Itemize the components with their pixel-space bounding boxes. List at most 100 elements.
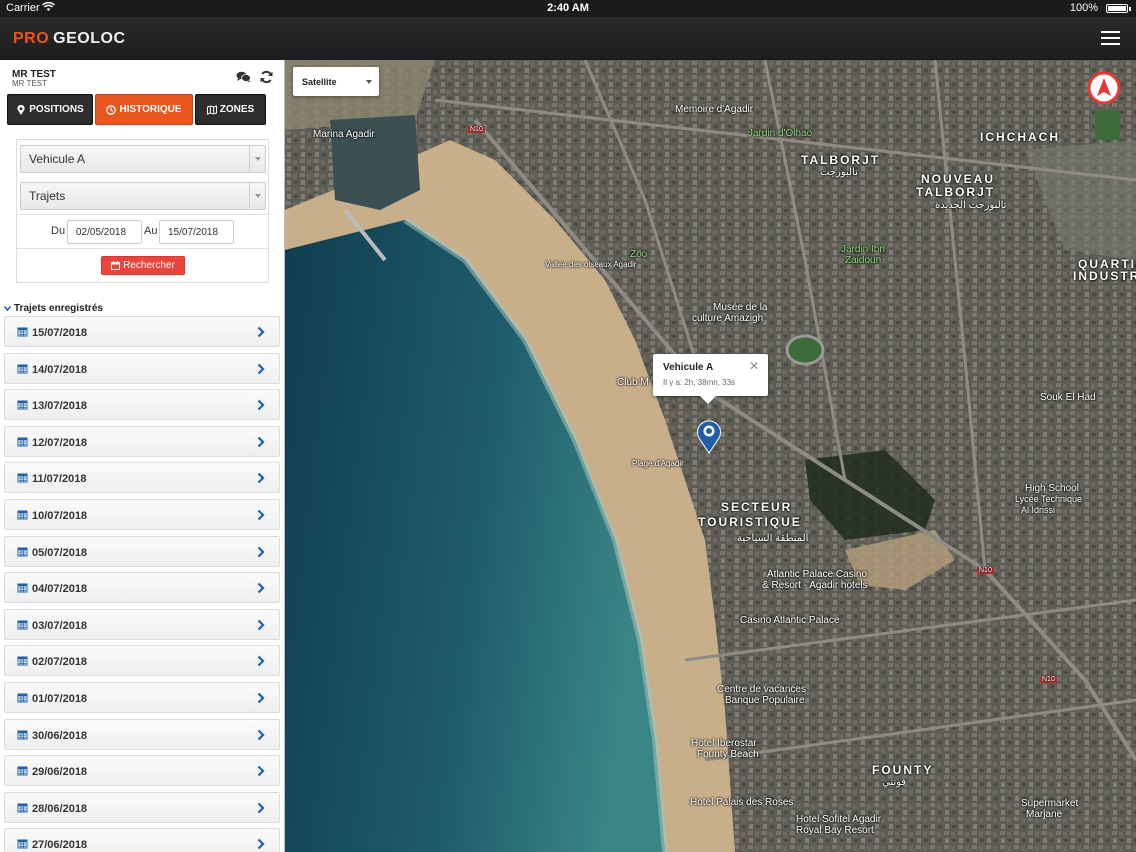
chevron-right-icon [257, 363, 265, 374]
chevron-right-icon [257, 509, 265, 521]
trip-date: 28/06/2018 [32, 802, 88, 815]
close-icon[interactable]: ✕ [749, 360, 759, 372]
map-label: SECTEUR [721, 500, 793, 514]
menu-icon[interactable] [1101, 31, 1120, 45]
tab-historique[interactable]: HISTORIQUE [95, 94, 193, 125]
trips-section-title: Trajets enregistrés [14, 303, 103, 314]
calendar-icon [17, 620, 28, 630]
map-label: TALBORJT [916, 185, 996, 199]
trip-date: 10/07/2018 [32, 509, 88, 522]
to-date-input[interactable] [159, 220, 234, 244]
vehicle-select-value: Vehicule A [29, 152, 86, 166]
trip-item[interactable]: 14/07/2018 [4, 352, 280, 384]
tab-historique-label: HISTORIQUE [119, 104, 182, 115]
calendar-icon [17, 730, 28, 740]
mode-select[interactable]: Trajets [20, 182, 266, 210]
tab-zones[interactable]: ZONES [195, 94, 266, 125]
map-label: ICHCHACH [980, 130, 1060, 144]
calendar-icon [17, 803, 28, 813]
chevron-right-icon [257, 765, 265, 777]
chat-icon[interactable] [236, 71, 251, 83]
map-label: Hotel Iberostar [691, 738, 757, 749]
map-label: Supermarket [1021, 798, 1079, 809]
search-button-label: Rechercher [123, 260, 175, 271]
trip-date: 14/07/2018 [32, 363, 88, 376]
trips-section-header[interactable]: Trajets enregistrés [4, 303, 103, 314]
satellite-imagery [285, 60, 1136, 852]
calendar-icon [17, 693, 28, 703]
trip-item[interactable]: 30/06/2018 [4, 718, 280, 750]
clock: 2:40 AM [547, 2, 589, 14]
map-label: Casino Atlantic Palace [740, 615, 840, 626]
trip-item[interactable]: 01/07/2018 [4, 681, 280, 713]
chevron-right-icon [257, 619, 265, 631]
divider [17, 214, 268, 215]
trip-item[interactable]: 05/07/2018 [4, 535, 280, 567]
refresh-icon[interactable] [260, 70, 273, 84]
logo-geoloc: GEOLOC [53, 30, 126, 47]
trip-item[interactable]: 10/07/2018 [4, 498, 280, 530]
search-button[interactable]: Rechercher [101, 256, 185, 275]
calendar-icon [17, 583, 28, 593]
map-label: Marjane [1026, 809, 1063, 820]
trip-item[interactable]: 12/07/2018 [4, 425, 280, 457]
map-type-select[interactable]: Satellite [293, 67, 379, 96]
calendar-icon [17, 473, 28, 483]
battery-icon [1106, 4, 1131, 13]
calendar-icon [111, 261, 121, 270]
map-label: Plage d'Agadir [632, 459, 684, 468]
trip-item[interactable]: 03/07/2018 [4, 608, 280, 640]
map-label: N10 [468, 126, 485, 133]
map-label: culture Amazigh [692, 313, 764, 324]
trip-date: 12/07/2018 [32, 436, 88, 449]
map-label: Founty Beach [697, 749, 759, 760]
vehicle-popup[interactable]: Vehicule A Il y a: 2h, 38mn, 33s ✕ [653, 354, 768, 404]
trip-date: 27/06/2018 [32, 839, 88, 852]
status-bar: Carrier 2:40 AM 100% [0, 0, 1136, 17]
trip-date: 13/07/2018 [32, 400, 88, 413]
from-date-input[interactable] [67, 220, 142, 244]
trip-date: 04/07/2018 [32, 583, 88, 596]
vehicle-marker-icon[interactable] [695, 418, 723, 454]
chevron-down-icon [4, 306, 11, 311]
filter-panel: Vehicule A Trajets Du Au Rechercher [16, 139, 269, 283]
vehicle-select[interactable]: Vehicule A [20, 145, 266, 173]
tab-positions[interactable]: POSITIONS [7, 94, 93, 125]
trip-item[interactable]: 29/06/2018 [4, 755, 280, 787]
calendar-icon [17, 400, 28, 410]
trip-date: 02/07/2018 [32, 656, 88, 669]
chevron-down-icon [249, 183, 265, 209]
chevron-right-icon [257, 326, 265, 338]
trip-item[interactable]: 13/07/2018 [4, 389, 280, 421]
map-label: TALBORJT [801, 153, 881, 167]
trip-date: 30/06/2018 [32, 729, 88, 742]
trip-item[interactable]: 28/06/2018 [4, 791, 280, 823]
calendar-icon [17, 547, 28, 557]
trip-item[interactable]: 02/07/2018 [4, 645, 280, 677]
app-logo: PRO GEOLOC [13, 30, 126, 48]
chevron-right-icon [257, 546, 265, 557]
map-label: تالبورجت الجديدة [935, 200, 1007, 211]
map-label: Royal Bay Resort [796, 825, 874, 836]
calendar-icon [17, 839, 28, 849]
trip-item[interactable]: 11/07/2018 [4, 462, 280, 494]
popup-title: Vehicule A [663, 362, 714, 373]
map-label: Memoire d'Agadir [675, 104, 754, 115]
compass-icon[interactable] [1087, 71, 1121, 105]
map-label: Al Idrissi [1021, 505, 1056, 515]
trip-item[interactable]: 04/07/2018 [4, 572, 280, 604]
tab-positions-label: POSITIONS [29, 104, 84, 115]
trip-item[interactable]: 15/07/2018 [4, 316, 280, 347]
popup-subtitle: Il y a: 2h, 38mn, 33s [663, 378, 736, 387]
map-view[interactable]: Satellite Marina Agadir Memoire d'Agadir… [285, 60, 1136, 852]
map-label: Lycée Technique [1015, 494, 1083, 504]
calendar-icon [17, 327, 28, 337]
map-label: INDUSTRI [1073, 269, 1136, 283]
map-icon [206, 104, 217, 115]
user-subname: MR TEST [12, 79, 47, 88]
trip-item[interactable]: 27/06/2018 [4, 828, 280, 852]
map-label: N10 [1040, 676, 1057, 683]
chevron-right-icon [257, 399, 265, 411]
map-label: المنطقة السياحية [737, 533, 809, 544]
map-label: فونتي [882, 777, 907, 788]
